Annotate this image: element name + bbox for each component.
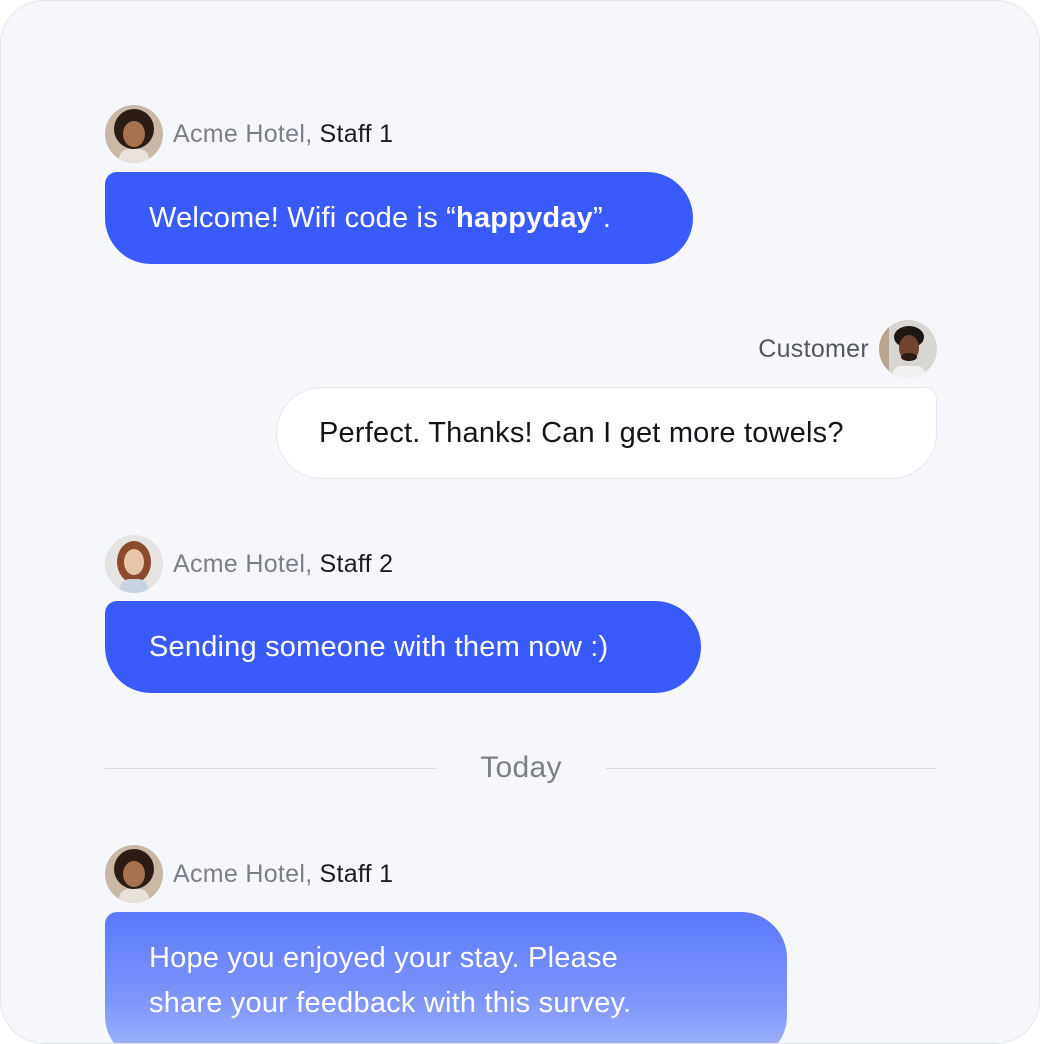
message-text: Sending someone with them now :) <box>149 630 609 663</box>
sender-name: Staff 1 <box>319 859 394 888</box>
message-sender-staff-2: Acme Hotel, Staff 2 <box>105 534 393 594</box>
divider-line-left <box>105 767 437 769</box>
message-text: Hope you enjoyed your stay. Please share… <box>149 942 632 1019</box>
wifi-code: happyday <box>456 201 594 234</box>
customer-avatar <box>879 320 937 378</box>
sender-separator: , <box>305 859 313 888</box>
message-sender-staff-1: Acme Hotel, Staff 1 <box>105 844 393 904</box>
sender-separator: , <box>305 119 313 148</box>
divider-line-right <box>605 767 937 769</box>
sender-org: Acme Hotel <box>173 549 306 578</box>
message-bubble-staff[interactable]: Welcome! Wifi code is “happyday”. <box>105 172 693 264</box>
sender-org: Acme Hotel <box>173 859 306 888</box>
chat-window: Acme Hotel, Staff 1 Welcome! Wifi code is… <box>0 0 1040 1044</box>
sender-separator: , <box>305 549 313 578</box>
sender-org: Acme Hotel <box>173 119 306 148</box>
message-bubble-staff[interactable]: Sending someone with them now :) <box>105 601 701 693</box>
sender-name: Customer <box>758 334 869 363</box>
message-text: Perfect. Thanks! Can I get more towels? <box>319 416 844 449</box>
staff-1-avatar <box>105 845 163 903</box>
message-bubble-customer[interactable]: Perfect. Thanks! Can I get more towels? <box>276 387 937 479</box>
sender-name: Staff 2 <box>319 549 394 578</box>
staff-1-avatar <box>105 105 163 163</box>
date-divider: Today <box>105 745 937 791</box>
date-divider-label: Today <box>480 751 562 784</box>
staff-2-avatar <box>105 535 163 593</box>
message-text: Welcome! Wifi code is “happyday”. <box>149 201 612 234</box>
message-sender-customer: Customer <box>601 319 937 379</box>
message-sender-staff-1: Acme Hotel, Staff 1 <box>105 104 393 164</box>
message-bubble-staff-faded[interactable]: Hope you enjoyed your stay. Please share… <box>105 912 787 1043</box>
sender-name: Staff 1 <box>319 119 394 148</box>
